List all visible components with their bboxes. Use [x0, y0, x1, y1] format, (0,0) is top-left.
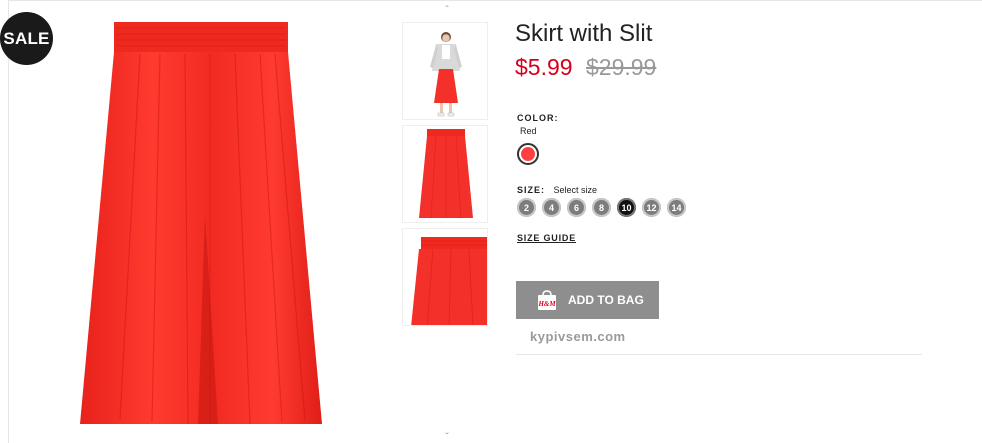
- size-option-14[interactable]: 14: [667, 198, 686, 217]
- thumbnail-model[interactable]: [402, 22, 488, 120]
- scroll-down-arrow-icon[interactable]: ˇ: [442, 433, 452, 443]
- add-to-bag-label: ADD TO BAG: [568, 293, 644, 307]
- add-to-bag-button[interactable]: H&M ADD TO BAG: [516, 281, 659, 319]
- size-guide-link[interactable]: SIZE GUIDE: [517, 233, 576, 243]
- size-option-6[interactable]: 6: [567, 198, 586, 217]
- color-swatch-red[interactable]: [517, 143, 539, 165]
- sale-badge: SALE: [0, 12, 53, 65]
- original-price: $29.99: [586, 54, 657, 80]
- model-thumbnail-image: [430, 32, 462, 117]
- size-option-12[interactable]: 12: [642, 198, 661, 217]
- skirt-thumbnail-image: [419, 129, 473, 219]
- product-title: Skirt with Slit: [515, 20, 653, 47]
- swatch-fill: [521, 147, 535, 161]
- size-option-4[interactable]: 4: [542, 198, 561, 217]
- watermark-text: kypivsem.com: [530, 329, 626, 344]
- thumbnail-skirt-front[interactable]: [402, 125, 488, 223]
- size-hint: Select size: [553, 185, 597, 195]
- main-product-image[interactable]: [60, 14, 340, 434]
- color-value: Red: [520, 126, 537, 136]
- sale-price: $5.99: [515, 54, 573, 80]
- size-option-10[interactable]: 10: [617, 198, 636, 217]
- shopping-bag-icon: H&M: [536, 289, 558, 311]
- size-options: 2 4 6 8 10 12 14: [517, 198, 692, 217]
- skirt-image: [80, 22, 322, 425]
- scroll-up-arrow-icon[interactable]: ˆ: [442, 6, 452, 16]
- size-option-2[interactable]: 2: [517, 198, 536, 217]
- size-option-8[interactable]: 8: [592, 198, 611, 217]
- size-row: SIZE: Select size: [517, 180, 597, 198]
- color-label: COLOR:: [517, 113, 559, 123]
- size-label: SIZE:: [517, 185, 546, 195]
- bag-logo-text: H&M: [537, 300, 556, 308]
- thumbnail-skirt-detail[interactable]: [402, 228, 488, 326]
- thumbnail-column: ˆ ˇ: [402, 0, 490, 443]
- skirt-detail-thumbnail-image: [411, 237, 487, 325]
- divider: [516, 354, 922, 355]
